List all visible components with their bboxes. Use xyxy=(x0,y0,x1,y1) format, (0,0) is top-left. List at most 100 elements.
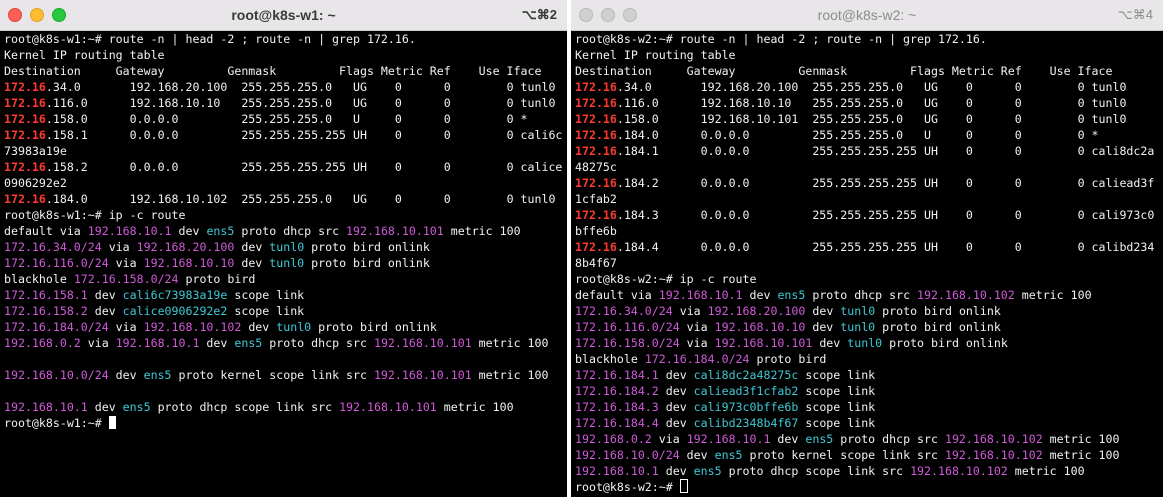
terminal-line: 172.16.158.0/24 via 192.168.10.101 dev t… xyxy=(575,335,1163,351)
terminal-line: root@k8s-w2:~# route -n | head -2 ; rout… xyxy=(575,31,1163,47)
terminal-line: 192.168.0.2 via 192.168.10.1 dev ens5 pr… xyxy=(4,335,567,351)
terminal-window-w1[interactable]: root@k8s-w1: ~ ⌥⌘2 root@k8s-w1:~# route … xyxy=(0,0,567,497)
terminal-window-w2[interactable]: root@k8s-w2: ~ ⌥⌘4 root@k8s-w2:~# route … xyxy=(571,0,1163,497)
terminal-text: .158.1 0.0.0.0 255.255.255.255 UH 0 0 0 … xyxy=(45,128,563,142)
terminal-line: blackhole 172.16.184.0/24 proto bird xyxy=(575,351,1163,367)
terminal-line: 172.16.184.0 0.0.0.0 255.255.255.0 U 0 0… xyxy=(575,127,1163,143)
tab-shortcut: ⌥⌘4 xyxy=(1117,7,1153,22)
terminal-text: via xyxy=(651,432,687,446)
terminal-cursor xyxy=(108,416,116,429)
terminal-text: 192.168.10.101 xyxy=(339,400,437,414)
terminal-text: 172.16 xyxy=(4,128,46,142)
terminal-text: 172.16.116.0/24 xyxy=(575,320,680,334)
terminal-text: 172.16 xyxy=(4,112,46,126)
terminal-line: root@k8s-w2:~# xyxy=(575,479,1163,495)
terminal-text: scope link xyxy=(227,304,305,318)
terminal-text: metric 100 xyxy=(471,368,549,382)
terminal-line: 172.16.158.0 0.0.0.0 255.255.255.0 U 0 0… xyxy=(4,111,567,127)
terminal-text: root@k8s-w2:~# route -n | head -2 ; rout… xyxy=(575,32,987,46)
terminal-text: 172.16.184.1 xyxy=(575,368,659,382)
terminal-text: via xyxy=(108,320,144,334)
title-bar[interactable]: root@k8s-w1: ~ ⌥⌘2 xyxy=(0,0,567,31)
terminal-text: .158.2 0.0.0.0 255.255.255.255 UH 0 0 0 … xyxy=(45,160,563,174)
terminal-line: 48275c xyxy=(575,159,1163,175)
terminal-text: 172.16.184.0/24 xyxy=(4,320,109,334)
terminal-text: proto bird onlink xyxy=(304,240,430,254)
terminal-text: 172.16 xyxy=(4,80,46,94)
terminal-text: dev xyxy=(658,400,694,414)
terminal-text: via xyxy=(101,240,137,254)
terminal-text: dev xyxy=(658,464,694,478)
terminal-text: cali8dc2a48275c xyxy=(693,368,799,382)
terminal-text: 192.168.10.0/24 xyxy=(4,368,109,382)
terminal-text: dev xyxy=(87,400,123,414)
terminal-output[interactable]: root@k8s-w1:~# route -n | head -2 ; rout… xyxy=(4,31,567,431)
terminal-text: 172.16.158.0/24 xyxy=(575,336,680,350)
title-bar[interactable]: root@k8s-w2: ~ ⌥⌘4 xyxy=(571,0,1163,31)
terminal-line: 172.16.116.0 192.168.10.10 255.255.255.0… xyxy=(4,95,567,111)
terminal-text: proto bird onlink xyxy=(882,336,1008,350)
terminal-text: ens5 xyxy=(122,400,151,414)
terminal-text: 192.168.10.1 xyxy=(87,224,172,238)
terminal-text: dev xyxy=(679,448,715,462)
terminal-text: scope link xyxy=(798,400,876,414)
terminal-text: 0906292e2 xyxy=(4,176,67,190)
terminal-text: 192.168.0.2 xyxy=(4,336,81,350)
terminal-text: 172.16.34.0/24 xyxy=(575,304,673,318)
terminal-text: 192.168.10.0/24 xyxy=(575,448,680,462)
terminal-line: default via 192.168.10.1 dev ens5 proto … xyxy=(575,287,1163,303)
terminal-text: .34.0 192.168.20.100 255.255.255.0 UG 0 … xyxy=(616,80,1127,94)
terminal-text: scope link xyxy=(798,384,876,398)
terminal-text: metric 100 xyxy=(1042,448,1120,462)
terminal-text: ens5 xyxy=(234,336,263,350)
terminal-text: 172.16 xyxy=(575,112,617,126)
terminal-text: via xyxy=(80,336,116,350)
window-title: root@k8s-w1: ~ xyxy=(231,7,336,23)
terminal-line: 172.16.184.3 0.0.0.0 255.255.255.255 UH … xyxy=(575,207,1163,223)
terminal-text: dev xyxy=(87,288,123,302)
terminal-line: 172.16.184.1 dev cali8dc2a48275c scope l… xyxy=(575,367,1163,383)
terminal-text: via xyxy=(672,304,708,318)
terminal-text: tunl0 xyxy=(840,320,876,334)
terminal-line: 192.168.10.0/24 dev ens5 proto kernel sc… xyxy=(4,367,567,383)
terminal-text: proto bird onlink xyxy=(311,320,437,334)
terminal-line: Kernel IP routing table xyxy=(4,47,567,63)
terminal-text: 192.168.10.1 xyxy=(115,336,200,350)
terminal-text: blackhole xyxy=(575,352,645,366)
window-title: root@k8s-w2: ~ xyxy=(817,7,917,23)
terminal-line: 0906292e2 xyxy=(4,175,567,191)
terminal-text: proto bird xyxy=(178,272,256,286)
terminal-text: proto bird onlink xyxy=(304,256,430,270)
terminal-text: dev xyxy=(658,416,694,430)
terminal-text: via xyxy=(108,256,144,270)
terminal-text: 172.16.184.2 xyxy=(575,384,659,398)
terminal-text: metric 100 xyxy=(443,224,521,238)
terminal-text: .34.0 192.168.20.100 255.255.255.0 UG 0 … xyxy=(45,80,556,94)
terminal-text: via xyxy=(679,320,715,334)
terminal-text: dev xyxy=(171,224,207,238)
terminal-text: dev xyxy=(87,304,123,318)
terminal-text: .184.0 0.0.0.0 255.255.255.0 U 0 0 0 * xyxy=(616,128,1099,142)
terminal-text: calice0906292e2 xyxy=(122,304,228,318)
terminal-text: .184.0 192.168.10.102 255.255.255.0 UG 0… xyxy=(45,192,556,206)
terminal-text: via xyxy=(679,336,715,350)
terminal-line: 192.168.10.0/24 dev ens5 proto kernel sc… xyxy=(575,447,1163,463)
terminal-output[interactable]: root@k8s-w2:~# route -n | head -2 ; rout… xyxy=(575,31,1163,495)
terminal-line: bffe6b xyxy=(575,223,1163,239)
terminal-text: root@k8s-w1:~# route -n | head -2 ; rout… xyxy=(4,32,416,46)
terminal-line: 172.16.184.4 0.0.0.0 255.255.255.255 UH … xyxy=(575,239,1163,255)
terminal-text: cali6c73983a19e xyxy=(122,288,228,302)
terminal-line: 172.16.34.0/24 via 192.168.20.100 dev tu… xyxy=(4,239,567,255)
terminal-text: dev xyxy=(805,320,841,334)
terminal-text: .158.0 0.0.0.0 255.255.255.0 U 0 0 0 * xyxy=(45,112,528,126)
terminal-text: dev xyxy=(199,336,235,350)
terminal-text: proto bird onlink xyxy=(875,304,1001,318)
terminal-text: 172.16.116.0/24 xyxy=(4,256,109,270)
terminal-line: 172.16.34.0/24 via 192.168.20.100 dev tu… xyxy=(575,303,1163,319)
terminal-text: proto kernel scope link src xyxy=(171,368,374,382)
terminal-text: 172.16.158.1 xyxy=(4,288,88,302)
terminal-line: 172.16.184.1 0.0.0.0 255.255.255.255 UH … xyxy=(575,143,1163,159)
terminal-text: 172.16.184.3 xyxy=(575,400,659,414)
